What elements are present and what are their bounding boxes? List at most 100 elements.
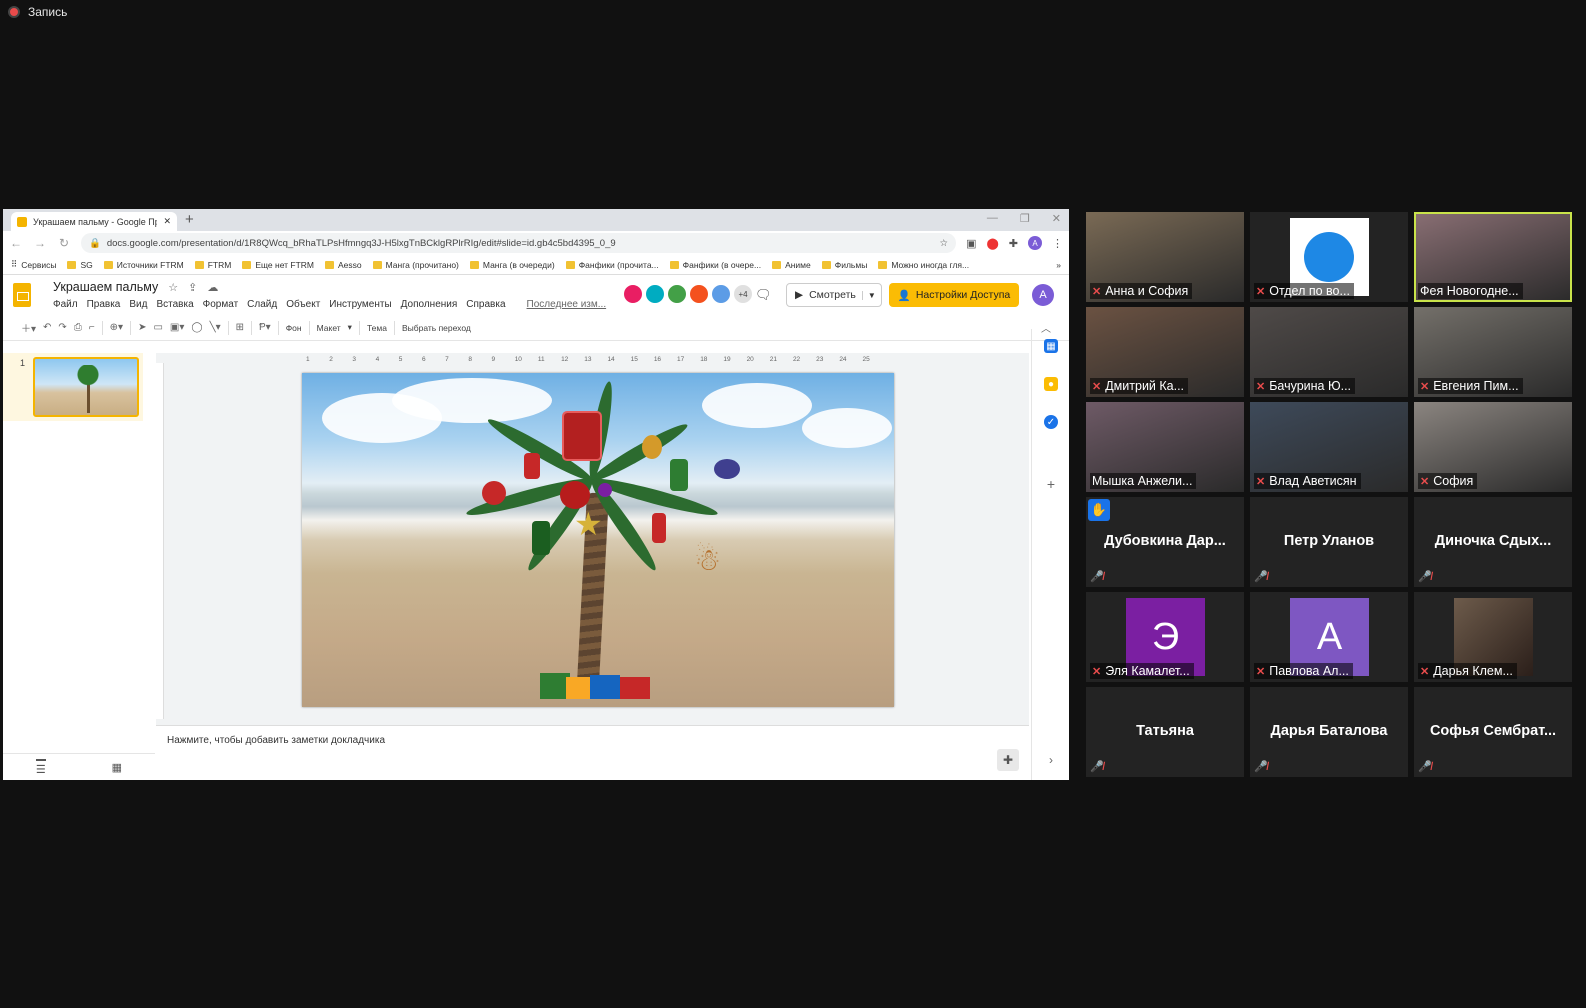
chevron-down-icon[interactable]: ▼ bbox=[861, 290, 876, 300]
opera-icon[interactable]: ⬤ bbox=[986, 237, 998, 250]
speaker-notes[interactable]: Нажмите, чтобы добавить заметки докладчи… bbox=[156, 725, 1029, 780]
participant-tile[interactable]: Фея Новогодне... bbox=[1414, 212, 1572, 302]
redo-icon[interactable]: ↷ bbox=[58, 322, 66, 333]
minimize-icon[interactable]: — bbox=[987, 212, 998, 225]
paint-format-icon[interactable]: ⌐ bbox=[89, 322, 95, 333]
menu-item[interactable]: Вставка bbox=[156, 299, 193, 310]
reload-icon[interactable]: ↻ bbox=[57, 236, 71, 250]
participant-tile[interactable]: ✕ Бачурина Ю... bbox=[1250, 307, 1408, 397]
star-icon[interactable]: ☆ bbox=[168, 281, 178, 294]
participant-tile[interactable]: Диночка Сдых... 🎤̸ bbox=[1414, 497, 1572, 587]
profile-avatar[interactable]: А bbox=[1028, 236, 1042, 250]
ornament-green[interactable] bbox=[670, 459, 688, 491]
slide-thumbnail[interactable] bbox=[33, 357, 139, 417]
new-tab-button[interactable]: + bbox=[185, 211, 194, 228]
text-box-icon[interactable]: ▭ bbox=[153, 322, 162, 333]
keep-icon[interactable]: ● bbox=[1044, 377, 1058, 391]
grid-view-icon[interactable]: ▦ bbox=[112, 761, 122, 774]
slides-logo-icon[interactable] bbox=[13, 283, 31, 307]
present-button[interactable]: ▶ Смотреть ▼ bbox=[786, 283, 882, 307]
more-menu-icon[interactable]: ⋮ bbox=[1052, 237, 1063, 250]
slide-thumbnail-row[interactable]: 1 bbox=[3, 353, 143, 421]
menu-item[interactable]: Дополнения bbox=[401, 299, 458, 310]
bookmark-item[interactable]: Aesso bbox=[325, 260, 362, 270]
bookmark-item[interactable]: FTRM bbox=[194, 260, 231, 270]
back-icon[interactable]: ← bbox=[9, 236, 23, 250]
layout-button[interactable]: Макет bbox=[317, 323, 341, 333]
bookmark-item[interactable]: Аниме bbox=[772, 260, 811, 270]
filmstrip-view-icon[interactable]: ☰ bbox=[35, 758, 46, 776]
calendar-icon[interactable]: ▦ bbox=[1044, 339, 1058, 353]
collaborator-avatar[interactable] bbox=[645, 284, 665, 304]
theme-button[interactable]: Тема bbox=[367, 323, 387, 333]
collaborator-avatar[interactable] bbox=[711, 284, 731, 304]
bookmark-item[interactable]: Еще нет FTRM bbox=[242, 260, 314, 270]
url-field[interactable]: 🔒 docs.google.com/presentation/d/1R8QWcq… bbox=[81, 233, 957, 253]
participant-tile[interactable]: Татьяна 🎤̸ bbox=[1086, 687, 1244, 777]
participant-tile[interactable]: ✕ Отдел по во... bbox=[1250, 212, 1408, 302]
bookmark-item[interactable]: SG bbox=[67, 260, 93, 270]
ornament-bow[interactable] bbox=[714, 459, 740, 479]
bookmark-item[interactable]: Фильмы bbox=[821, 260, 867, 270]
ornament-red[interactable] bbox=[524, 453, 540, 479]
browser-tab[interactable]: Украшаем пальму - Google Пре ✕ bbox=[11, 212, 177, 231]
bookmark-item[interactable]: Манга (в очереди) bbox=[469, 260, 555, 270]
ornament-purple[interactable] bbox=[598, 483, 612, 497]
more-collaborators[interactable]: +4 bbox=[733, 284, 753, 304]
bookmark-item[interactable]: Фанфики (в очере... bbox=[669, 260, 761, 270]
transition-button[interactable]: Выбрать переход bbox=[402, 323, 471, 333]
menu-item[interactable]: Справка bbox=[466, 299, 505, 310]
line-icon[interactable]: ╲▾ bbox=[210, 322, 221, 333]
comment-add-icon[interactable]: ⊞ bbox=[236, 322, 244, 333]
puzzle-icon[interactable]: ✚ bbox=[1009, 237, 1018, 250]
menu-item[interactable]: Вид bbox=[129, 299, 147, 310]
new-slide-icon[interactable]: ＋▾ bbox=[21, 320, 36, 335]
bookmark-item[interactable]: Можно иногда гля... bbox=[878, 260, 969, 270]
select-icon[interactable]: ➤ bbox=[138, 322, 146, 333]
menu-item[interactable]: Правка bbox=[87, 299, 121, 310]
ornament-red[interactable] bbox=[482, 481, 506, 505]
comments-icon[interactable]: 🗨 bbox=[755, 287, 772, 303]
bookmark-item[interactable]: Манга (прочитано) bbox=[372, 260, 459, 270]
last-edit-link[interactable]: Последнее изм... bbox=[527, 299, 607, 310]
participant-tile[interactable]: ✕ Евгения Пим... bbox=[1414, 307, 1572, 397]
participant-tile[interactable]: ✕ Дарья Клем... bbox=[1414, 592, 1572, 682]
add-addon-icon[interactable]: + bbox=[1044, 476, 1058, 492]
participant-tile[interactable]: ✕ Дмитрий Ка... bbox=[1086, 307, 1244, 397]
expand-panel-icon[interactable]: › bbox=[1044, 753, 1058, 767]
participant-tile[interactable]: Петр Уланов 🎤̸ bbox=[1250, 497, 1408, 587]
bookmark-star-icon[interactable]: ☆ bbox=[940, 238, 949, 249]
participant-tile[interactable]: ✕ София bbox=[1414, 402, 1572, 492]
participant-tile[interactable]: Э ✕ Эля Камалет... bbox=[1086, 592, 1244, 682]
more-bookmarks-icon[interactable]: » bbox=[1056, 260, 1061, 270]
collaborator-avatar[interactable] bbox=[623, 284, 643, 304]
ornament-red[interactable] bbox=[652, 513, 666, 543]
menu-item[interactable]: Файл bbox=[53, 299, 78, 310]
gift-box[interactable] bbox=[566, 677, 592, 699]
participant-tile[interactable]: ✕ Влад Аветисян bbox=[1250, 402, 1408, 492]
participant-tile[interactable]: Мышка Анжели... bbox=[1086, 402, 1244, 492]
slide-canvas[interactable]: ★ ☃ bbox=[302, 373, 894, 707]
participant-tile[interactable]: Софья Сембрат... 🎤̸ bbox=[1414, 687, 1572, 777]
slide-editor[interactable]: 1 2 3 4 5 6 7 8 9 10 11 12 13 14 15 16 17 18 19 20 21 22 23 24 2… bbox=[156, 353, 1029, 725]
tasks-icon[interactable]: ✓ bbox=[1044, 415, 1058, 429]
undo-icon[interactable]: ↶ bbox=[43, 322, 51, 333]
doc-title[interactable]: Украшаем пальму bbox=[53, 280, 158, 294]
ornament-gold[interactable] bbox=[642, 435, 662, 459]
menu-item[interactable]: Формат bbox=[203, 299, 239, 310]
text-tools-icon[interactable]: Ᵽ▾ bbox=[259, 322, 271, 333]
share-button[interactable]: 👤 Настройки Доступа bbox=[889, 283, 1019, 307]
menu-item[interactable]: Объект bbox=[286, 299, 320, 310]
menu-item[interactable]: Инструменты bbox=[329, 299, 391, 310]
shape-icon[interactable]: ◯ bbox=[191, 322, 202, 333]
ornament-green[interactable] bbox=[532, 521, 550, 555]
print-icon[interactable]: ⎙ bbox=[74, 322, 82, 333]
image-icon[interactable]: ▣▾ bbox=[170, 322, 184, 333]
forward-icon[interactable]: → bbox=[33, 236, 47, 250]
notes-placeholder[interactable]: Нажмите, чтобы добавить заметки докладчи… bbox=[167, 735, 385, 746]
participant-tile[interactable]: А ✕ Павлова Ал... bbox=[1250, 592, 1408, 682]
close-tab-icon[interactable]: ✕ bbox=[163, 216, 171, 227]
participant-tile[interactable]: ✕ Анна и София bbox=[1086, 212, 1244, 302]
menu-item[interactable]: Слайд bbox=[247, 299, 277, 310]
gift-box[interactable] bbox=[620, 677, 650, 699]
